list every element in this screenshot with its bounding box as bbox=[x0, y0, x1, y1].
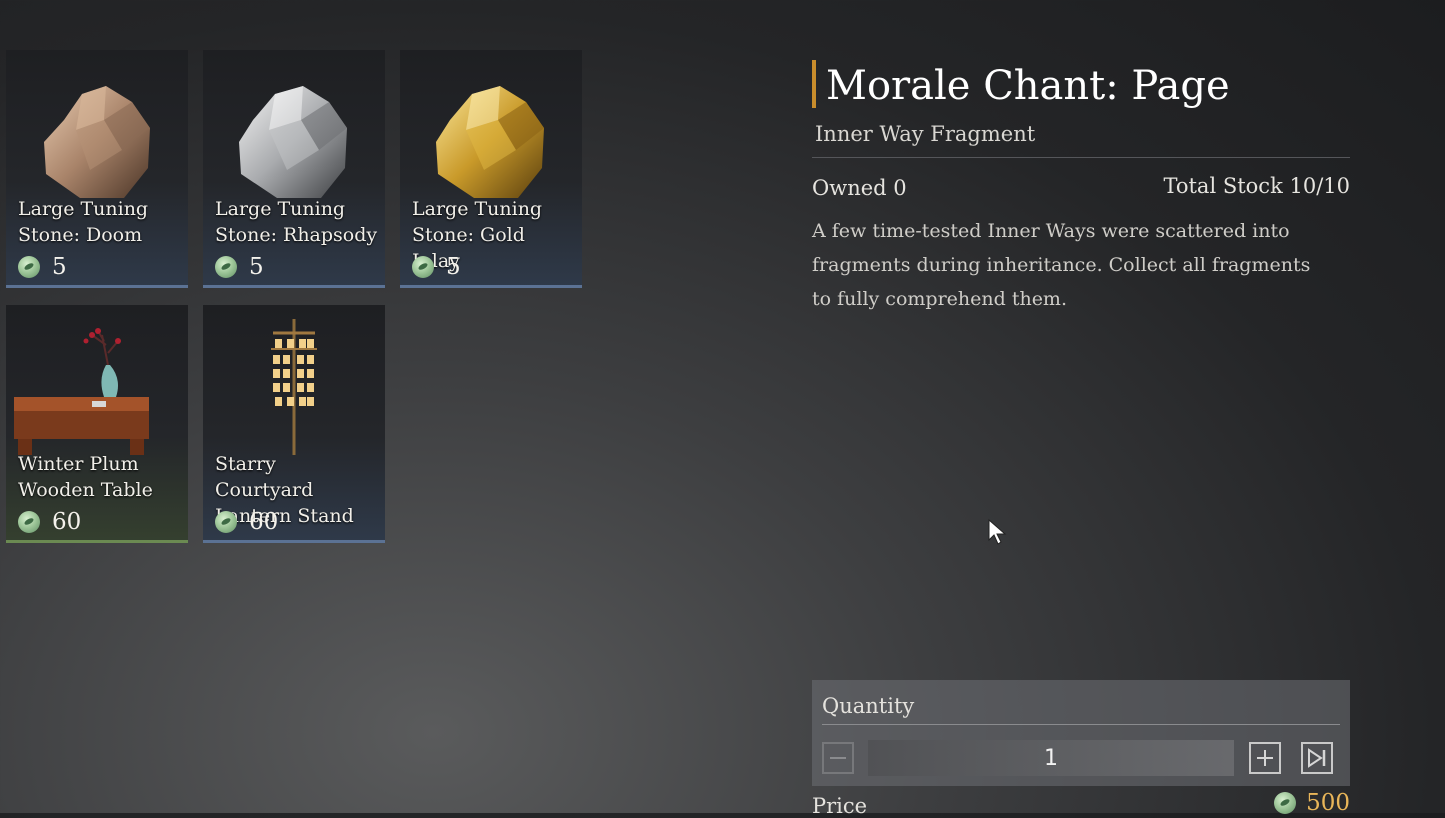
item-price: 60 bbox=[215, 509, 278, 535]
lantern-stand-icon bbox=[271, 319, 317, 455]
item-price-value: 5 bbox=[446, 254, 461, 280]
rarity-bar bbox=[400, 285, 582, 288]
item-price: 60 bbox=[18, 509, 81, 535]
max-quantity-button[interactable] bbox=[1301, 742, 1333, 774]
item-price: 5 bbox=[215, 254, 264, 280]
rarity-bar bbox=[6, 540, 188, 543]
item-price-value: 5 bbox=[52, 254, 67, 280]
divider bbox=[822, 724, 1340, 725]
quantity-label: Quantity bbox=[822, 694, 915, 718]
total-price: 500 bbox=[1274, 790, 1350, 816]
jade-coin-icon bbox=[215, 256, 237, 278]
item-name: Large Tuning Stone: Doom bbox=[18, 198, 149, 246]
item-category: Inner Way Fragment bbox=[815, 122, 1036, 146]
item-price-value: 60 bbox=[52, 509, 82, 535]
item-description: A few time-tested Inner Ways were scatte… bbox=[812, 220, 1311, 310]
item-price-value: 60 bbox=[249, 509, 279, 535]
jade-coin-icon bbox=[18, 256, 40, 278]
silver-stone-icon bbox=[239, 86, 347, 198]
increase-quantity-button[interactable] bbox=[1249, 742, 1281, 774]
rarity-bar bbox=[203, 540, 385, 543]
jade-coin-icon bbox=[215, 511, 237, 533]
quantity-panel: Quantity 1 bbox=[812, 680, 1350, 786]
total-stock: Total Stock 10/10 bbox=[1163, 174, 1350, 198]
copper-stone-icon bbox=[44, 86, 150, 198]
item-name: Winter Plum Wooden Table bbox=[18, 453, 153, 501]
jade-coin-icon bbox=[18, 511, 40, 533]
decrease-quantity-button[interactable] bbox=[822, 742, 854, 774]
item-title: Morale Chant: Page bbox=[826, 63, 1230, 109]
gold-stone-icon bbox=[436, 86, 544, 198]
jade-coin-icon bbox=[1274, 792, 1297, 814]
shop-item-tuning-stone-doom[interactable]: Large Tuning Stone: Doom 5 bbox=[6, 50, 188, 288]
price-label: Price bbox=[812, 794, 868, 818]
shop-item-tuning-stone-rhapsody[interactable]: Large Tuning Stone: Rhapsody 5 bbox=[203, 50, 385, 288]
divider bbox=[812, 157, 1350, 158]
wooden-table-icon bbox=[14, 328, 149, 455]
jade-coin-icon bbox=[412, 256, 434, 278]
item-price-value: 5 bbox=[249, 254, 264, 280]
quantity-input[interactable]: 1 bbox=[868, 740, 1234, 776]
minus-icon bbox=[830, 757, 846, 759]
item-name: Large Tuning Stone: Rhapsody bbox=[215, 198, 378, 246]
owned-count: Owned 0 bbox=[812, 176, 907, 200]
shop-item-tuning-stone-gold-inlay[interactable]: Large Tuning Stone: Gold Inlay 5 bbox=[400, 50, 582, 288]
title-accent-bar bbox=[812, 60, 816, 108]
item-price: 5 bbox=[18, 254, 67, 280]
max-icon bbox=[1308, 748, 1326, 768]
shop-item-starry-lantern-stand[interactable]: Starry Courtyard Lantern Stand 60 bbox=[203, 305, 385, 543]
mouse-cursor-icon bbox=[988, 518, 1007, 545]
total-price-value: 500 bbox=[1306, 790, 1350, 816]
rarity-bar bbox=[6, 285, 188, 288]
item-price: 5 bbox=[412, 254, 461, 280]
rarity-bar bbox=[203, 285, 385, 288]
plus-icon bbox=[1257, 750, 1273, 766]
shop-item-winter-plum-table[interactable]: Winter Plum Wooden Table 60 bbox=[6, 305, 188, 543]
